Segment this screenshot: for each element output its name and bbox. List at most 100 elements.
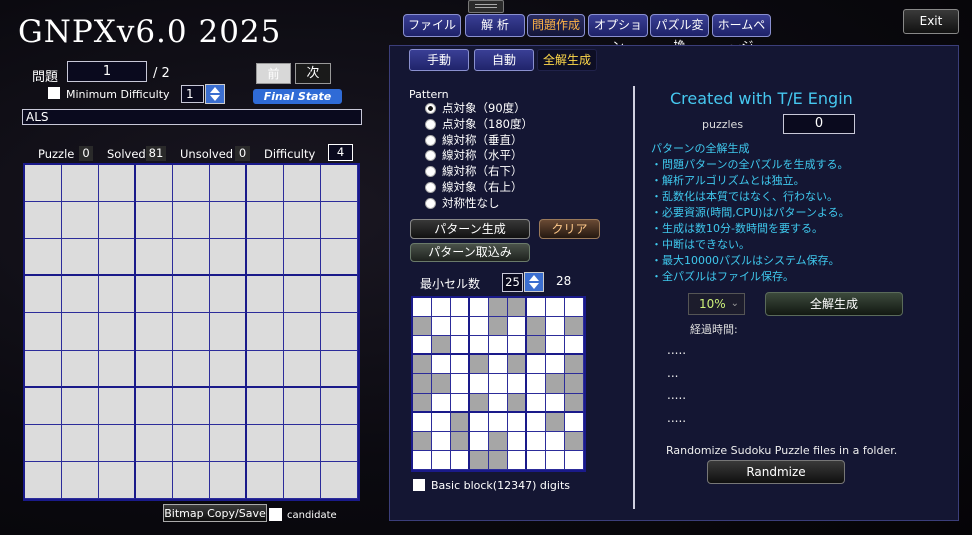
board-cell[interactable] [25,276,62,314]
board-cell[interactable] [25,313,62,351]
pattern-cell[interactable] [565,431,584,451]
board-cell[interactable] [99,276,136,314]
board-cell[interactable] [210,387,247,425]
pattern-cell[interactable] [565,336,584,356]
board-cell[interactable] [284,276,321,314]
board-cell[interactable] [247,387,284,425]
board-cell[interactable] [321,202,358,240]
clear-button[interactable]: クリア [539,219,600,239]
basic-block-checkbox[interactable] [413,479,425,491]
board-cell[interactable] [62,461,99,499]
pattern-cell[interactable] [451,374,470,394]
problem-number-input[interactable]: 1 [67,61,147,82]
board-cell[interactable] [247,313,284,351]
board-cell[interactable] [25,202,62,240]
board-cell[interactable] [321,461,358,499]
board-cell[interactable] [62,387,99,425]
board-cell[interactable] [62,424,99,462]
board-cell[interactable] [99,350,136,388]
pattern-cell[interactable] [546,298,565,318]
pattern-cell[interactable] [527,412,546,432]
radio-icon[interactable] [425,197,436,209]
drag-handle[interactable] [468,0,504,13]
pattern-cell[interactable] [470,431,489,451]
board-cell[interactable] [247,350,284,388]
board-cell[interactable] [99,165,136,203]
pattern-cell[interactable] [508,450,527,470]
pattern-cell[interactable] [527,393,546,413]
final-state-button[interactable]: Final State [253,89,342,104]
pattern-cell[interactable] [432,336,451,356]
board-cell[interactable] [210,165,247,203]
pattern-cell[interactable] [451,431,470,451]
pattern-cell[interactable] [489,317,508,337]
pattern-cell[interactable] [432,374,451,394]
board-cell[interactable] [25,424,62,462]
menu-item-4[interactable]: パズル変換 [650,14,709,53]
subtab-1[interactable]: 自動 [474,49,534,71]
pattern-cell[interactable] [413,431,432,451]
radio-icon[interactable] [425,166,436,178]
pattern-cell[interactable] [470,412,489,432]
board-cell[interactable] [99,313,136,351]
pattern-cell[interactable] [489,355,508,375]
board-cell[interactable] [284,313,321,351]
pattern-cell[interactable] [451,450,470,470]
pattern-cell[interactable] [470,317,489,337]
candidate-checkbox[interactable] [269,508,282,521]
menu-item-1[interactable]: 解 析 [465,14,525,37]
board-cell[interactable] [136,461,173,499]
pattern-cell[interactable] [527,450,546,470]
board-cell[interactable] [173,424,210,462]
pattern-cell[interactable] [413,298,432,318]
pattern-cell[interactable] [451,298,470,318]
board-cell[interactable] [284,387,321,425]
pattern-cell[interactable] [451,336,470,356]
radio-icon[interactable] [425,150,436,162]
pattern-cell[interactable] [565,298,584,318]
pattern-cell[interactable] [565,355,584,375]
pattern-cell[interactable] [546,374,565,394]
pattern-cell[interactable] [508,336,527,356]
pattern-cell[interactable] [489,298,508,318]
board-cell[interactable] [173,313,210,351]
radio-icon[interactable] [425,134,436,146]
min-difficulty-input[interactable]: 1 [181,85,204,103]
als-text-field[interactable]: ALS [22,109,362,125]
spin-down-icon[interactable] [529,283,539,289]
pattern-cell[interactable] [546,431,565,451]
board-cell[interactable] [136,424,173,462]
pattern-cell[interactable] [565,412,584,432]
pattern-cell[interactable] [546,336,565,356]
pattern-cell[interactable] [489,393,508,413]
board-cell[interactable] [247,202,284,240]
subtab-2[interactable]: 全解生成 [537,49,597,71]
radio-icon[interactable] [425,103,436,114]
pattern-option[interactable]: 点対象（90度） [425,101,533,117]
pattern-cell[interactable] [527,355,546,375]
board-cell[interactable] [62,276,99,314]
board-cell[interactable] [99,202,136,240]
board-cell[interactable] [284,239,321,277]
difficulty-spinner[interactable] [205,84,225,104]
pattern-cell[interactable] [413,317,432,337]
board-cell[interactable] [99,424,136,462]
menu-item-0[interactable]: ファイル [403,14,461,37]
pattern-cell[interactable] [527,317,546,337]
pattern-cell[interactable] [451,393,470,413]
board-cell[interactable] [284,165,321,203]
board-cell[interactable] [173,461,210,499]
board-cell[interactable] [210,239,247,277]
board-cell[interactable] [210,313,247,351]
pattern-cell[interactable] [451,317,470,337]
board-cell[interactable] [25,239,62,277]
board-cell[interactable] [210,424,247,462]
min-difficulty-checkbox[interactable] [48,87,60,99]
pattern-cell[interactable] [508,431,527,451]
board-cell[interactable] [173,202,210,240]
pattern-generate-button[interactable]: パターン生成 [410,219,530,239]
prev-button[interactable]: 前 [256,63,291,84]
board-cell[interactable] [136,350,173,388]
board-cell[interactable] [321,387,358,425]
menu-item-5[interactable]: ホームページ [712,14,771,53]
